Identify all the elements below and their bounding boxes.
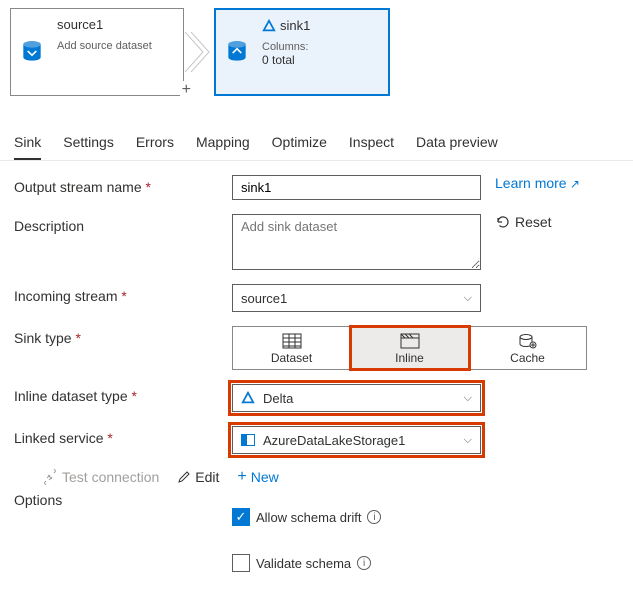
chevron-down-icon: ⌵ [464, 292, 472, 305]
allow-schema-drift-checkbox[interactable]: ✓ [232, 508, 250, 526]
delta-icon [241, 391, 255, 405]
storage-icon [241, 434, 255, 446]
sink-columns-label: Columns: [262, 41, 378, 53]
inline-dataset-type-select[interactable]: Delta ⌵ [232, 384, 481, 412]
edit-button[interactable]: Edit [177, 469, 219, 485]
tab-data-preview[interactable]: Data preview [416, 124, 498, 160]
sink-node[interactable]: sink1 Columns: 0 total [214, 8, 390, 96]
tab-inspect[interactable]: Inspect [349, 124, 394, 160]
table-icon [282, 333, 302, 349]
sink-form: Output stream name * Learn more Descript… [0, 161, 633, 596]
inline-dataset-type-label: Inline dataset type [14, 388, 128, 404]
info-icon[interactable]: i [367, 510, 381, 524]
output-stream-input[interactable] [232, 175, 481, 200]
database-icon [11, 9, 53, 95]
plus-icon: + [237, 468, 246, 486]
sink-columns-value: 0 total [262, 53, 378, 67]
info-icon[interactable]: i [357, 556, 371, 570]
allow-schema-drift-label: Allow schema drift [256, 510, 361, 525]
description-textarea[interactable] [232, 214, 481, 270]
source-title: source1 [57, 17, 173, 32]
required-marker: * [132, 388, 137, 404]
linked-service-select[interactable]: AzureDataLakeStorage1 ⌵ [232, 426, 481, 454]
inline-icon [400, 333, 420, 349]
source-node[interactable]: source1 Add source dataset + [10, 8, 184, 96]
sink-title: sink1 [280, 18, 310, 33]
cache-icon [518, 333, 538, 349]
tab-mapping[interactable]: Mapping [196, 124, 250, 160]
sink-type-dataset[interactable]: Dataset [233, 327, 351, 369]
incoming-stream-select[interactable]: source1 ⌵ [232, 284, 481, 312]
validate-schema-checkbox[interactable] [232, 554, 250, 572]
database-icon [216, 10, 258, 94]
tab-errors[interactable]: Errors [136, 124, 174, 160]
required-marker: * [121, 288, 126, 304]
required-marker: * [107, 430, 112, 446]
reset-icon [495, 214, 511, 230]
delta-icon [262, 19, 276, 33]
tab-settings[interactable]: Settings [63, 124, 114, 160]
required-marker: * [146, 179, 151, 195]
tab-optimize[interactable]: Optimize [272, 124, 327, 160]
incoming-stream-label: Incoming stream [14, 288, 117, 304]
test-connection-button: Test connection [42, 469, 159, 485]
tab-bar: Sink Settings Errors Mapping Optimize In… [0, 124, 633, 161]
output-stream-label: Output stream name [14, 179, 142, 195]
reset-button[interactable]: Reset [495, 214, 552, 230]
required-marker: * [75, 330, 80, 346]
learn-more-link[interactable]: Learn more [495, 175, 580, 191]
source-subtitle: Add source dataset [57, 40, 173, 52]
sink-type-label: Sink type [14, 330, 72, 346]
options-label: Options [14, 492, 62, 508]
sink-type-cache[interactable]: Cache [469, 327, 586, 369]
chevron-down-icon: ⌵ [464, 392, 472, 405]
plug-icon [42, 469, 58, 485]
sink-type-segmented: Dataset Inline Cache [232, 326, 587, 370]
new-button[interactable]: + New [237, 468, 278, 486]
tab-sink[interactable]: Sink [14, 124, 41, 160]
sink-type-inline[interactable]: Inline [351, 327, 469, 369]
pencil-icon [177, 470, 191, 484]
dataflow-canvas: source1 Add source dataset + sink1 Colum… [0, 0, 633, 100]
validate-schema-label: Validate schema [256, 556, 351, 571]
description-label: Description [14, 218, 84, 234]
add-transform-button[interactable]: + [180, 81, 193, 99]
chevron-down-icon: ⌵ [464, 434, 472, 447]
linked-service-label: Linked service [14, 430, 104, 446]
